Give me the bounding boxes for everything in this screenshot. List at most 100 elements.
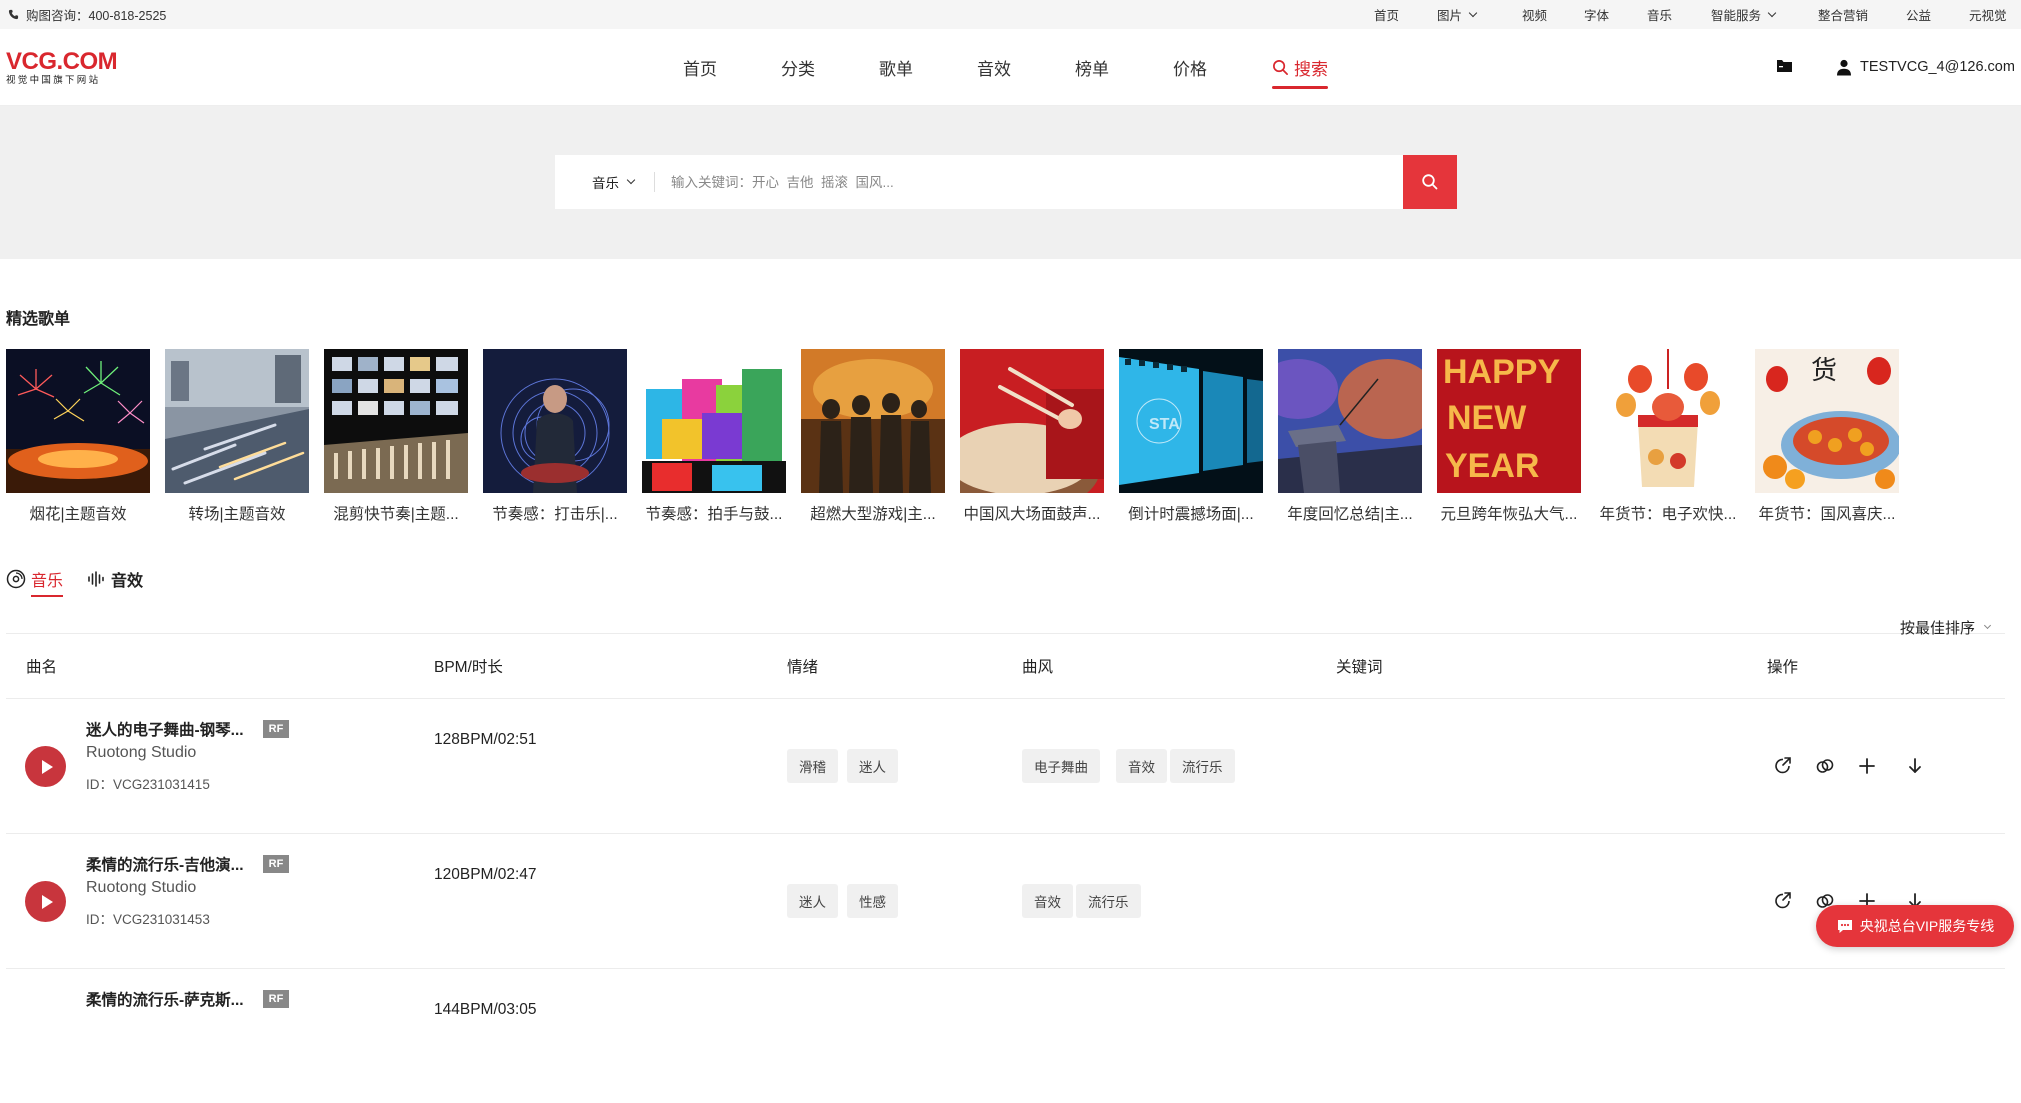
song-title[interactable]: 柔情的流行乐-萨克斯...	[86, 988, 244, 1010]
playlist-card[interactable]: 混剪快节奏|主题...	[324, 349, 468, 524]
download-icon	[1909, 758, 1921, 773]
column-header-name: 曲名	[26, 659, 58, 676]
svg-text:NEW: NEW	[1447, 399, 1527, 437]
top-link-images[interactable]: 图片	[1437, 0, 1478, 29]
genre-tag[interactable]: 流行乐	[1170, 749, 1235, 783]
search-type-label: 音乐	[592, 176, 619, 191]
top-link-meta-vision[interactable]: 元视觉	[1969, 0, 2007, 29]
search-icon	[1273, 59, 1288, 75]
genre-tag[interactable]: 电子舞曲	[1022, 749, 1100, 783]
playlist-card[interactable]: 转场|主题音效	[165, 349, 309, 524]
playlist-card[interactable]: STA 倒计时震撼场面|...	[1119, 349, 1263, 524]
genre-tag[interactable]: 流行乐	[1076, 884, 1141, 918]
genre-tag[interactable]: 音效	[1022, 884, 1073, 918]
top-utility-bar: 购图咨询：400-818-2525 首页 图片 视频 字体 音乐 智能服务 整合…	[0, 0, 2021, 29]
song-artist[interactable]: Ruotong Studio	[86, 744, 196, 762]
nav-search-label: 搜索	[1294, 59, 1328, 79]
svg-text:货: 货	[1811, 356, 1837, 386]
playlist-cover-shopping-festival	[1596, 349, 1740, 493]
song-id: ID：VCG231031415	[86, 777, 210, 792]
genre-tag[interactable]: 音效	[1116, 749, 1167, 783]
tab-music[interactable]: 音乐	[6, 567, 64, 597]
song-title[interactable]: 迷人的电子舞曲-钢琴...	[86, 718, 244, 740]
top-link-video[interactable]: 视频	[1522, 0, 1547, 29]
nav-sound-effects[interactable]: 音效	[977, 29, 1011, 105]
divider	[654, 172, 655, 192]
playlist-cover-new-year: HAPPY NEW YEAR	[1437, 349, 1581, 493]
site-logo[interactable]: VCG.COM 视觉中国旗下网站	[6, 48, 118, 87]
folder-icon[interactable]	[1776, 58, 1793, 73]
column-header-bpm: BPM/时长	[434, 659, 503, 676]
user-account[interactable]: TESTVCG_4@126.com	[1836, 29, 2015, 105]
share-button[interactable]	[1772, 755, 1794, 777]
top-link-charity[interactable]: 公益	[1906, 0, 1931, 29]
logo-main: VCG.COM	[6, 48, 118, 75]
playlist-cover-annual-review	[1278, 349, 1422, 493]
playlist-cover-percussion	[483, 349, 627, 493]
mood-tag[interactable]: 迷人	[847, 749, 898, 783]
logo-sub: 视觉中国旗下网站	[6, 75, 101, 86]
nav-playlists[interactable]: 歌单	[879, 29, 913, 105]
song-artist[interactable]: Ruotong Studio	[86, 879, 196, 897]
nav-charts[interactable]: 榜单	[1075, 29, 1109, 105]
search-input[interactable]	[671, 155, 1331, 209]
top-link-home[interactable]: 首页	[1374, 0, 1399, 29]
add-button[interactable]	[1856, 755, 1878, 777]
vip-service-button[interactable]: 央视总台VIP服务专线	[1816, 905, 2014, 947]
top-link-fonts[interactable]: 字体	[1584, 0, 1609, 29]
playlist-card[interactable]: 节奏感：打击乐|...	[483, 349, 627, 524]
chevron-down-icon	[1767, 8, 1777, 17]
waveform-icon	[88, 571, 104, 587]
nav-pricing[interactable]: 价格	[1173, 29, 1207, 105]
top-link-marketing[interactable]: 整合营销	[1818, 0, 1868, 29]
play-button[interactable]	[25, 881, 66, 922]
playlist-name: 年度回忆总结|主...	[1287, 506, 1413, 523]
playlist-name: 元旦跨年恢弘大气...	[1440, 506, 1578, 523]
main-header: VCG.COM 视觉中国旗下网站 首页 分类 歌单 音效 榜单 价格 搜索 TE…	[0, 29, 2021, 106]
svg-text:STA: STA	[1149, 416, 1180, 433]
tab-sound-effects[interactable]: 音效	[86, 567, 143, 591]
similar-button[interactable]	[1814, 755, 1836, 777]
svg-text:YEAR: YEAR	[1445, 447, 1539, 485]
top-link-music[interactable]: 音乐	[1647, 0, 1672, 29]
playlist-card[interactable]: HAPPY NEW YEAR 元旦跨年恢弘大气...	[1437, 349, 1581, 524]
link-icon	[1816, 759, 1834, 773]
plus-icon	[1859, 758, 1875, 774]
play-button[interactable]	[25, 746, 66, 787]
nav-categories[interactable]: 分类	[781, 29, 815, 105]
playlist-cover-band	[642, 349, 786, 493]
nav-home[interactable]: 首页	[683, 29, 717, 105]
song-title[interactable]: 柔情的流行乐-吉他演...	[86, 853, 244, 875]
playlist-cover-transition	[165, 349, 309, 493]
playlist-cover-fireworks	[6, 349, 150, 493]
playlist-card[interactable]: 烟花|主题音效	[6, 349, 150, 524]
download-button[interactable]	[1904, 755, 1926, 777]
song-id: ID：VCG231031453	[86, 912, 210, 927]
mood-tag[interactable]: 滑稽	[787, 749, 838, 783]
table-row: 迷人的电子舞曲-钢琴... RF Ruotong Studio ID：VCG23…	[6, 698, 2005, 833]
svg-text:HAPPY: HAPPY	[1443, 353, 1560, 391]
search-box: 音乐	[555, 155, 1457, 209]
playlist-card[interactable]: 年货节：电子欢快...	[1596, 349, 1740, 524]
playlist-card[interactable]: 年度回忆总结|主...	[1278, 349, 1422, 524]
column-header-genre: 曲风	[1022, 659, 1054, 676]
playlist-name: 转场|主题音效	[188, 506, 286, 523]
share-button[interactable]	[1772, 890, 1794, 912]
nav-search[interactable]: 搜索	[1272, 29, 1328, 105]
playlist-card[interactable]: 超燃大型游戏|主...	[801, 349, 945, 524]
mood-tag[interactable]: 性感	[847, 884, 898, 918]
user-email: TESTVCG_4@126.com	[1860, 59, 2015, 75]
search-button[interactable]	[1403, 155, 1457, 209]
license-badge: RF	[263, 990, 289, 1008]
playlist-cover-festive: 货	[1755, 349, 1899, 493]
top-link-smart-service-label: 智能服务	[1711, 9, 1762, 23]
sort-select[interactable]: 按最佳排序	[1900, 617, 1992, 638]
playlist-card[interactable]: 货 年货节：国风喜庆...	[1755, 349, 1899, 524]
playlist-name: 混剪快节奏|主题...	[333, 506, 459, 523]
mood-tag[interactable]: 迷人	[787, 884, 838, 918]
top-link-smart-service[interactable]: 智能服务	[1711, 0, 1777, 29]
playlist-card[interactable]: 中国风大场面鼓声...	[960, 349, 1104, 524]
search-type-select[interactable]: 音乐	[592, 155, 636, 209]
playlist-card[interactable]: 节奏感：拍手与鼓...	[642, 349, 786, 524]
song-bpm-duration: 120BPM/02:47	[434, 866, 537, 883]
